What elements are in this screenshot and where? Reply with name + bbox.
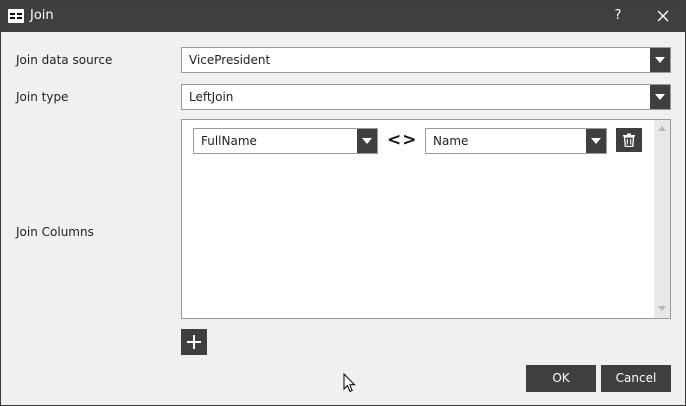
right-column-select[interactable]: Name xyxy=(425,128,607,154)
help-button[interactable]: ? xyxy=(605,5,631,27)
scroll-up-arrow-icon[interactable] xyxy=(658,126,666,131)
scroll-down-arrow-icon[interactable] xyxy=(658,306,666,311)
data-source-dropdown-button[interactable] xyxy=(650,48,670,72)
data-source-label: Join data source xyxy=(16,53,113,67)
chevron-down-icon xyxy=(655,57,665,63)
plus-icon xyxy=(187,335,201,349)
close-icon xyxy=(657,10,669,22)
chevron-down-icon xyxy=(362,138,372,144)
title-bar[interactable]: Join ? xyxy=(1,1,685,32)
chevron-down-icon xyxy=(655,94,665,100)
join-type-value: LeftJoin xyxy=(189,90,234,104)
left-column-dropdown-button[interactable] xyxy=(357,129,377,153)
cancel-button[interactable]: Cancel xyxy=(601,365,671,392)
trash-icon xyxy=(623,133,635,147)
data-source-select[interactable]: VicePresident xyxy=(181,47,671,73)
ok-button[interactable]: OK xyxy=(526,365,596,392)
window-title: Join xyxy=(30,8,54,23)
join-operator: <> xyxy=(387,130,418,150)
data-source-value: VicePresident xyxy=(189,53,271,67)
close-button[interactable] xyxy=(651,5,675,27)
join-type-dropdown-button[interactable] xyxy=(650,85,670,109)
join-columns-scrollbar[interactable] xyxy=(654,120,670,318)
right-column-dropdown-button[interactable] xyxy=(586,129,606,153)
delete-join-column-button[interactable] xyxy=(616,128,642,152)
mouse-cursor-icon xyxy=(343,372,357,396)
right-column-value: Name xyxy=(433,134,469,148)
join-type-select[interactable]: LeftJoin xyxy=(181,84,671,110)
left-column-select[interactable]: FullName xyxy=(193,128,378,154)
add-join-column-button[interactable] xyxy=(181,329,207,355)
join-columns-label: Join Columns xyxy=(16,225,94,239)
join-dialog: Join ? Join data source VicePresident Jo… xyxy=(0,0,686,406)
join-type-label: Join type xyxy=(16,90,69,104)
chevron-down-icon xyxy=(591,138,601,144)
app-icon xyxy=(8,9,24,23)
join-columns-panel: FullName <> Name xyxy=(181,119,671,319)
left-column-value: FullName xyxy=(201,134,257,148)
